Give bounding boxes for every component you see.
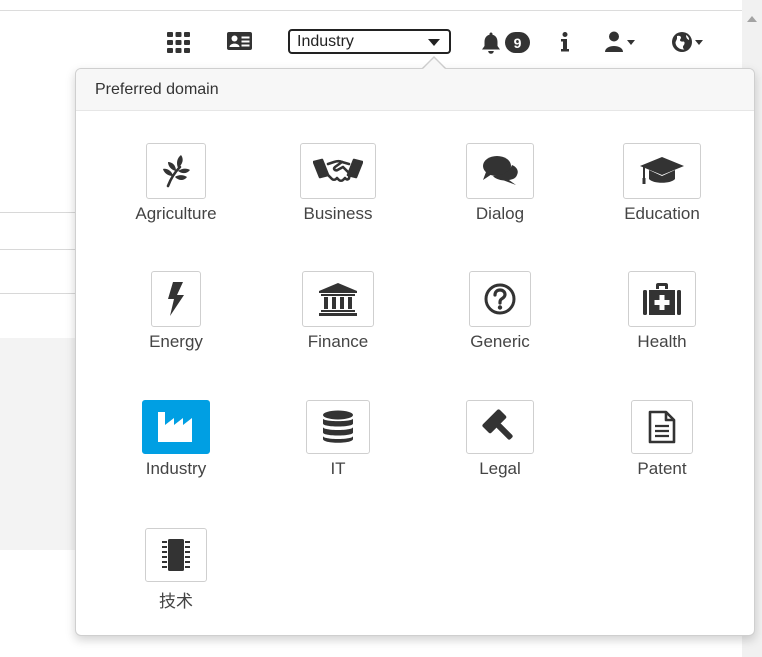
top-border <box>0 0 742 11</box>
domain-tile-legal[interactable]: Legal <box>440 400 560 500</box>
bank-icon <box>302 271 374 327</box>
handshake-icon <box>300 143 376 199</box>
domain-select-value: Industry <box>297 32 354 50</box>
chip-icon <box>145 528 207 582</box>
domain-tile-technology[interactable]: 技术 <box>116 528 236 628</box>
domain-tile-health[interactable]: Health <box>602 271 722 371</box>
scroll-up-arrow[interactable] <box>747 16 757 22</box>
user-icon <box>605 31 635 52</box>
notification-badge[interactable]: 9 <box>505 32 530 53</box>
database-icon <box>306 400 370 454</box>
speech-bubbles-icon <box>466 143 534 199</box>
contact-card-icon[interactable] <box>226 31 252 51</box>
domain-tile-agriculture[interactable]: Agriculture <box>116 143 236 243</box>
domain-tile-label: Industry <box>145 459 207 478</box>
language-menu[interactable] <box>671 30 705 54</box>
dropdown-arrow-fill <box>422 58 446 70</box>
domain-tile-industry[interactable]: Industry <box>116 400 236 500</box>
domain-tile-label: Health <box>637 332 687 351</box>
domain-tile-it[interactable]: IT <box>278 400 398 500</box>
domain-tile-label: Legal <box>479 459 521 478</box>
background-divider <box>0 249 76 250</box>
domain-tile-label: Education <box>624 204 700 223</box>
domain-tile-dialog[interactable]: Dialog <box>440 143 560 243</box>
user-menu[interactable] <box>605 30 637 54</box>
domain-tile-label: Finance <box>307 332 369 351</box>
question-circle-icon <box>469 271 531 327</box>
domain-dropdown: Preferred domain Agriculture Business Di… <box>75 68 755 636</box>
info-icon[interactable] <box>558 30 572 54</box>
medical-kit-icon <box>628 271 696 327</box>
domain-tile-label: Energy <box>149 332 203 351</box>
domain-tile-education[interactable]: Education <box>602 143 722 243</box>
graduation-cap-icon <box>623 143 701 199</box>
background-panel <box>0 338 76 550</box>
domain-tile-generic[interactable]: Generic <box>440 271 560 371</box>
domain-tile-patent[interactable]: Patent <box>602 400 722 500</box>
document-icon <box>631 400 693 454</box>
plant-icon <box>146 143 206 199</box>
background-divider <box>0 212 76 213</box>
domain-tile-business[interactable]: Business <box>278 143 398 243</box>
domain-tile-label: Dialog <box>475 204 525 223</box>
chevron-down-icon <box>428 39 440 46</box>
domain-tile-energy[interactable]: Energy <box>116 271 236 371</box>
factory-icon <box>142 400 210 454</box>
domain-select[interactable]: Industry <box>288 29 451 54</box>
domain-tile-label: IT <box>330 459 346 478</box>
domain-tile-label: Agriculture <box>135 204 217 223</box>
background-divider <box>0 293 76 294</box>
domain-tile-label: Business <box>303 204 373 223</box>
domain-tile-finance[interactable]: Finance <box>278 271 398 371</box>
domain-tile-label: Generic <box>470 332 530 351</box>
bell-icon[interactable] <box>480 30 502 56</box>
domain-tile-label: Patent <box>637 459 687 478</box>
globe-icon <box>672 32 703 52</box>
grid-icon[interactable] <box>166 30 190 54</box>
gavel-icon <box>466 400 534 454</box>
lightning-icon <box>151 271 201 327</box>
domain-tile-label: 技术 <box>159 592 193 611</box>
dropdown-header: Preferred domain <box>76 69 754 111</box>
